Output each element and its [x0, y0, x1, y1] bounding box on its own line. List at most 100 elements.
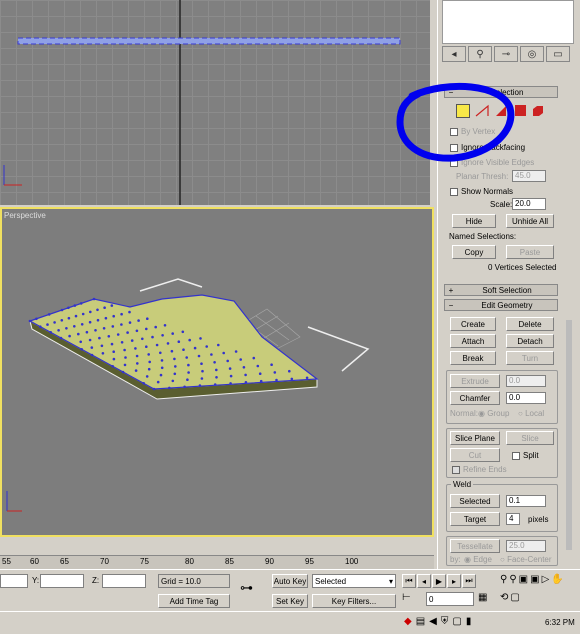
mesh-vertex[interactable] — [142, 382, 145, 385]
mesh-vertex[interactable] — [256, 364, 260, 368]
field-of-view-icon[interactable]: ▷ — [542, 574, 550, 585]
key-icon[interactable]: ⊶ — [240, 580, 253, 596]
mesh-vertex[interactable] — [213, 361, 216, 364]
mesh-vertex[interactable] — [171, 379, 175, 383]
mesh-vertex[interactable] — [273, 371, 277, 374]
mesh-vertex[interactable] — [124, 356, 127, 359]
mesh-vertex[interactable] — [187, 371, 190, 374]
copy-button[interactable]: Copy — [452, 245, 496, 259]
z-coordinate-field[interactable] — [102, 574, 146, 588]
mesh-vertex[interactable] — [161, 334, 164, 337]
mesh-vertex[interactable] — [186, 378, 189, 381]
edge-radio[interactable]: ◉ Edge — [464, 555, 492, 564]
mesh-vertex[interactable] — [60, 319, 64, 322]
mesh-vertex[interactable] — [96, 318, 100, 322]
weld-target-button[interactable]: Target — [450, 512, 500, 526]
mesh-vertex[interactable] — [65, 327, 68, 330]
mesh-vertex[interactable] — [147, 353, 150, 356]
display-icon[interactable]: ▢ — [452, 616, 461, 627]
mesh-vertex[interactable] — [244, 381, 248, 384]
mesh-vertex[interactable] — [174, 365, 177, 368]
mesh-vertex[interactable] — [116, 333, 120, 336]
display-tab-icon[interactable]: ▭ — [546, 46, 570, 62]
mesh-vertex[interactable] — [110, 342, 114, 346]
key-mode-toggle-icon[interactable]: ⊢ — [402, 592, 411, 603]
mesh-vertex[interactable] — [79, 302, 83, 305]
mesh-vertex[interactable] — [77, 332, 80, 336]
mesh-vertex[interactable] — [229, 382, 232, 385]
play-icon[interactable]: ▶ — [432, 574, 446, 588]
mesh-vertex[interactable] — [110, 304, 114, 307]
set-key-button[interactable]: Set Key — [272, 594, 308, 608]
mesh-vertex[interactable] — [121, 370, 125, 374]
mesh-vertex[interactable] — [81, 312, 85, 316]
mesh-vertex[interactable] — [79, 340, 82, 344]
chamfer-button[interactable]: Chamfer — [450, 391, 500, 405]
mesh-vertex[interactable] — [96, 308, 99, 312]
auto-key-button[interactable]: Auto Key — [272, 574, 308, 588]
modify-tab-icon[interactable]: ⚲ — [468, 46, 492, 62]
mesh-vertex[interactable] — [120, 341, 124, 344]
edit-geometry-rollout-header[interactable]: − Edit Geometry — [444, 299, 558, 311]
mesh-vertex[interactable] — [181, 330, 185, 334]
mesh-vertex[interactable] — [177, 340, 181, 343]
mesh-vertex[interactable] — [123, 363, 127, 367]
mesh-vertex[interactable] — [130, 339, 134, 342]
mesh-vertex[interactable] — [88, 320, 92, 324]
mesh-vertex[interactable] — [197, 354, 201, 358]
mesh-vertex[interactable] — [160, 366, 164, 370]
mesh-vertex[interactable] — [67, 306, 70, 310]
detach-button[interactable]: Detach — [506, 334, 554, 348]
perspective-viewport[interactable]: Perspective — [0, 207, 434, 537]
mesh-vertex[interactable] — [159, 373, 163, 377]
prev-frame-icon[interactable]: ◂ — [417, 574, 431, 588]
soft-selection-rollout-header[interactable]: + Soft Selection — [444, 284, 558, 296]
mesh-vertex[interactable] — [112, 314, 115, 318]
mesh-vertex[interactable] — [148, 360, 151, 364]
next-frame-icon[interactable]: ▸ — [447, 574, 461, 588]
mesh-vertex[interactable] — [226, 359, 229, 363]
extrude-spinner[interactable]: 0.0 — [506, 375, 546, 387]
mesh-vertex[interactable] — [168, 386, 171, 390]
mesh-vertex[interactable] — [135, 329, 139, 333]
mesh-vertex[interactable] — [215, 376, 218, 379]
create-button[interactable]: Create — [450, 317, 496, 331]
goto-start-icon[interactable]: ⏮ — [402, 574, 416, 588]
mesh-vertex[interactable] — [39, 325, 42, 328]
mesh-vertex[interactable] — [112, 350, 115, 353]
local-radio[interactable]: ○ Local — [518, 409, 544, 418]
mesh-vertex[interactable] — [252, 356, 256, 360]
create-tab-icon[interactable]: ◂ — [442, 46, 466, 62]
battery-icon[interactable]: ▮ — [466, 616, 472, 627]
add-time-tag-button[interactable]: Add Time Tag — [158, 594, 230, 608]
mesh-vertex[interactable] — [170, 349, 174, 353]
mesh-vertex[interactable] — [100, 344, 104, 348]
x-coordinate-field[interactable] — [0, 574, 28, 588]
mesh-vertex[interactable] — [53, 321, 56, 324]
mesh-vertex[interactable] — [123, 348, 126, 352]
mesh-vertex[interactable] — [159, 351, 162, 355]
mesh-vertex[interactable] — [154, 325, 157, 329]
mesh-vertex[interactable] — [80, 348, 83, 351]
mesh-vertex[interactable] — [147, 367, 151, 371]
mesh-vertex[interactable] — [120, 323, 123, 326]
tray-app-icon[interactable]: ◆ — [404, 616, 412, 627]
mesh-vertex[interactable] — [205, 345, 208, 348]
mesh-vertex[interactable] — [173, 372, 177, 376]
mesh-vertex[interactable] — [171, 332, 174, 335]
mesh-vertex[interactable] — [85, 330, 89, 334]
mesh-vertex[interactable] — [47, 313, 51, 316]
mesh-vertex[interactable] — [59, 336, 63, 340]
mesh-vertex[interactable] — [188, 338, 191, 342]
mesh-vertex[interactable] — [128, 310, 131, 314]
hierarchy-tab-icon[interactable]: ⊸ — [494, 46, 518, 62]
mesh-vertex[interactable] — [80, 323, 84, 326]
panel-scrollbar[interactable] — [566, 320, 572, 550]
timeline-ruler[interactable]: 55 60 65 70 75 80 85 90 95 100 — [0, 555, 434, 569]
mesh-vertex[interactable] — [104, 316, 108, 320]
mesh-vertex[interactable] — [60, 308, 64, 312]
key-filters-button[interactable]: Key Filters... — [312, 594, 396, 608]
current-frame-field[interactable]: 0 — [426, 592, 474, 606]
scale-spinner[interactable]: 20.0 — [512, 198, 546, 210]
mesh-vertex[interactable] — [152, 387, 156, 391]
